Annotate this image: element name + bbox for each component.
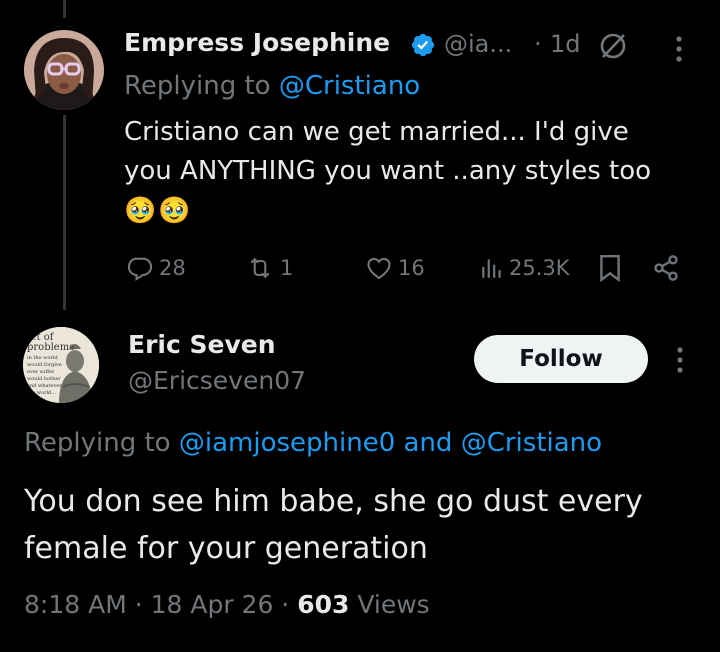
mention-and[interactable]: and: [404, 428, 453, 458]
more-options-icon[interactable]: [674, 345, 686, 375]
author-handle[interactable]: @ia...: [444, 30, 512, 58]
views-bar-chart-icon: [479, 254, 505, 282]
tweet-text-line-2: you ANYTHING you want ..any styles too: [124, 156, 652, 186]
repost-icon: [244, 254, 276, 282]
avatar-photo: [24, 30, 104, 110]
tweet-time[interactable]: 1d: [550, 30, 581, 58]
author-name[interactable]: Eric Seven: [128, 330, 276, 359]
thread-line: [63, 115, 66, 310]
view-count: 603: [297, 590, 350, 619]
tweet-text-line-1: You don see him babe, she go dust every: [24, 484, 643, 519]
replying-to: Replying to @Cristiano: [124, 71, 420, 101]
views-button[interactable]: 25.3K: [479, 254, 570, 282]
author-handle[interactable]: @Ericseven07: [128, 366, 306, 395]
avatar-caption-line: problems: [27, 342, 75, 353]
avatar-caption-line: in the world: [27, 355, 58, 361]
avatar-caption-line: ever suffer: [27, 369, 55, 375]
mention-link[interactable]: @iamjosephine0: [179, 428, 395, 458]
replying-to-label: Replying to: [124, 71, 271, 101]
avatar-caption-line: would bother: [27, 376, 61, 382]
views-label: Views: [349, 590, 430, 619]
verified-badge-icon: [410, 32, 436, 58]
tweet-text-line-1: Cristiano can we get married... I'd give: [124, 117, 629, 147]
avatar-caption-line: would forgive: [27, 362, 62, 368]
tweet-timestamp[interactable]: 8:18 AM · 18 Apr 26 ·: [24, 590, 297, 619]
like-button[interactable]: 16: [364, 254, 425, 282]
dot-separator: ·: [534, 30, 542, 58]
replying-to-label: Replying to: [24, 428, 171, 458]
avatar[interactable]: [24, 30, 104, 110]
reply-count: 28: [159, 256, 186, 280]
mention-link[interactable]: @Cristiano: [461, 428, 602, 458]
reply-icon: [125, 254, 155, 282]
share-icon[interactable]: [652, 253, 680, 283]
thread-line-top: [63, 0, 66, 18]
repost-count: 1: [280, 256, 294, 280]
tweet-text-line-2: female for your generation: [24, 531, 428, 566]
tweet-meta: 8:18 AM · 18 Apr 26 · 603 Views: [24, 590, 430, 619]
mention-link[interactable]: @Cristiano: [279, 71, 420, 101]
avatar[interactable]: ...t of problems in the world would forg…: [23, 327, 99, 403]
author-name[interactable]: Empress Josephine: [124, 28, 390, 57]
like-count: 16: [398, 256, 425, 280]
avatar-caption-line: the world...: [27, 390, 57, 396]
follow-button[interactable]: Follow: [474, 335, 648, 383]
avatar-caption-line: and whatever: [27, 383, 62, 389]
reply-button[interactable]: 28: [125, 254, 186, 282]
bookmark-icon[interactable]: [597, 253, 623, 283]
avatar-caption: ...t of problems in the world would forg…: [27, 333, 74, 396]
more-options-icon[interactable]: [673, 34, 685, 64]
replying-to: Replying to @iamjosephine0 and @Cristian…: [24, 428, 602, 458]
views-count: 25.3K: [509, 256, 570, 280]
heart-icon: [364, 254, 394, 282]
grok-slash-icon[interactable]: [597, 30, 629, 62]
tweet-emoji: 🥹🥹: [124, 196, 193, 226]
repost-button[interactable]: 1: [244, 254, 293, 282]
